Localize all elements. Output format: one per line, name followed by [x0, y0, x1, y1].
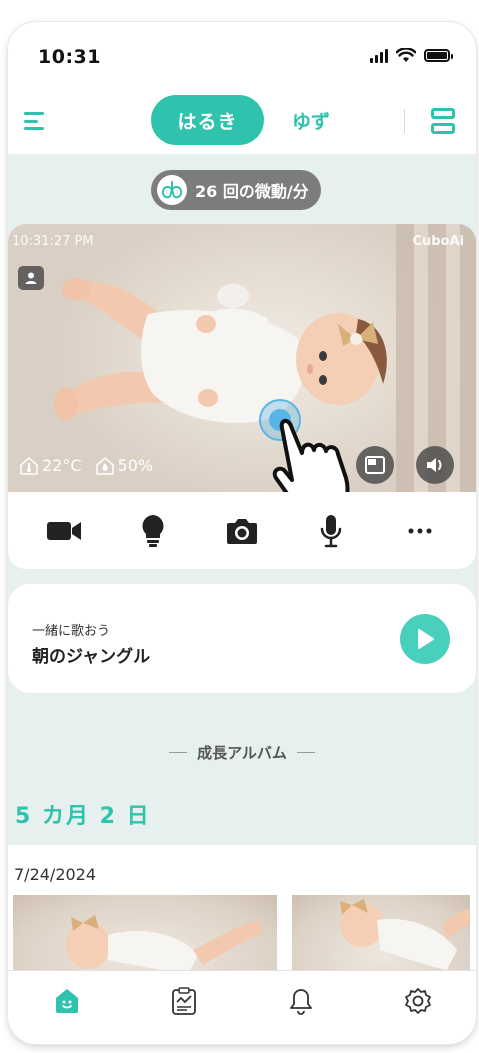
bottom-navigation	[8, 970, 476, 1044]
album-section-header: 成長アルバム	[8, 742, 476, 763]
camera-timestamp: 10:31:27 PM	[12, 234, 94, 249]
microphone-icon[interactable]	[307, 507, 355, 555]
status-time: 10:31	[38, 46, 101, 68]
live-video-feed[interactable]: 10:31:27 PM CuboAi 22°C 50%	[8, 224, 476, 492]
signal-icon	[370, 48, 388, 63]
play-icon	[418, 629, 434, 649]
lullaby-card[interactable]: 一緒に歌おう 朝のジャングル	[8, 584, 476, 693]
temperature-value: 22°C	[42, 456, 82, 475]
phone-screen: 10:31 はるき ゆず 26 回の微動/分 10:31:27 PM CuboA…	[8, 22, 476, 1044]
breathing-rate-text: 26 回の微動/分	[195, 182, 309, 201]
camera-brand-watermark: CuboAi	[412, 234, 464, 249]
camera-icon[interactable]	[218, 507, 266, 555]
temperature-icon	[20, 456, 38, 475]
humidity-icon	[95, 456, 114, 475]
baby-age: 5 カ月 2 日	[15, 804, 151, 829]
status-icons	[370, 48, 453, 63]
speaker-button[interactable]	[416, 446, 454, 484]
report-icon[interactable]	[164, 983, 204, 1019]
environment-readout: 22°C 50%	[20, 456, 153, 475]
settings-icon[interactable]	[398, 983, 438, 1019]
lightbulb-icon[interactable]	[129, 507, 177, 555]
layout-toggle-button[interactable]	[431, 108, 455, 134]
lungs-icon	[157, 175, 187, 205]
lullaby-subtitle: 一緒に歌おう	[32, 624, 111, 639]
play-button[interactable]	[400, 614, 450, 664]
tap-gesture-hand-icon	[259, 399, 350, 492]
tab-yuzu[interactable]: ゆず	[276, 95, 346, 145]
video-camera-icon[interactable]	[40, 507, 88, 555]
picture-in-picture-button[interactable]	[356, 446, 394, 484]
wifi-icon	[396, 48, 416, 62]
breathing-status-pill[interactable]: 26 回の微動/分	[151, 170, 321, 210]
header-divider	[404, 109, 405, 133]
camera-controls	[8, 492, 476, 569]
bell-icon[interactable]	[281, 983, 321, 1019]
person-icon[interactable]	[18, 266, 44, 290]
album-date: 7/24/2024	[14, 865, 97, 884]
more-icon[interactable]	[396, 507, 444, 555]
menu-button[interactable]	[24, 108, 50, 134]
humidity-value: 50%	[117, 456, 154, 475]
album-section-title: 成長アルバム	[197, 744, 287, 762]
tab-haruki[interactable]: はるき	[151, 95, 264, 145]
top-header: 10:31 はるき ゆず	[8, 22, 476, 154]
lullaby-title: 朝のジャングル	[32, 647, 151, 667]
camera-card: 10:31:27 PM CuboAi 22°C 50%	[8, 224, 476, 569]
battery-icon	[424, 49, 453, 62]
home-icon[interactable]	[47, 983, 87, 1019]
